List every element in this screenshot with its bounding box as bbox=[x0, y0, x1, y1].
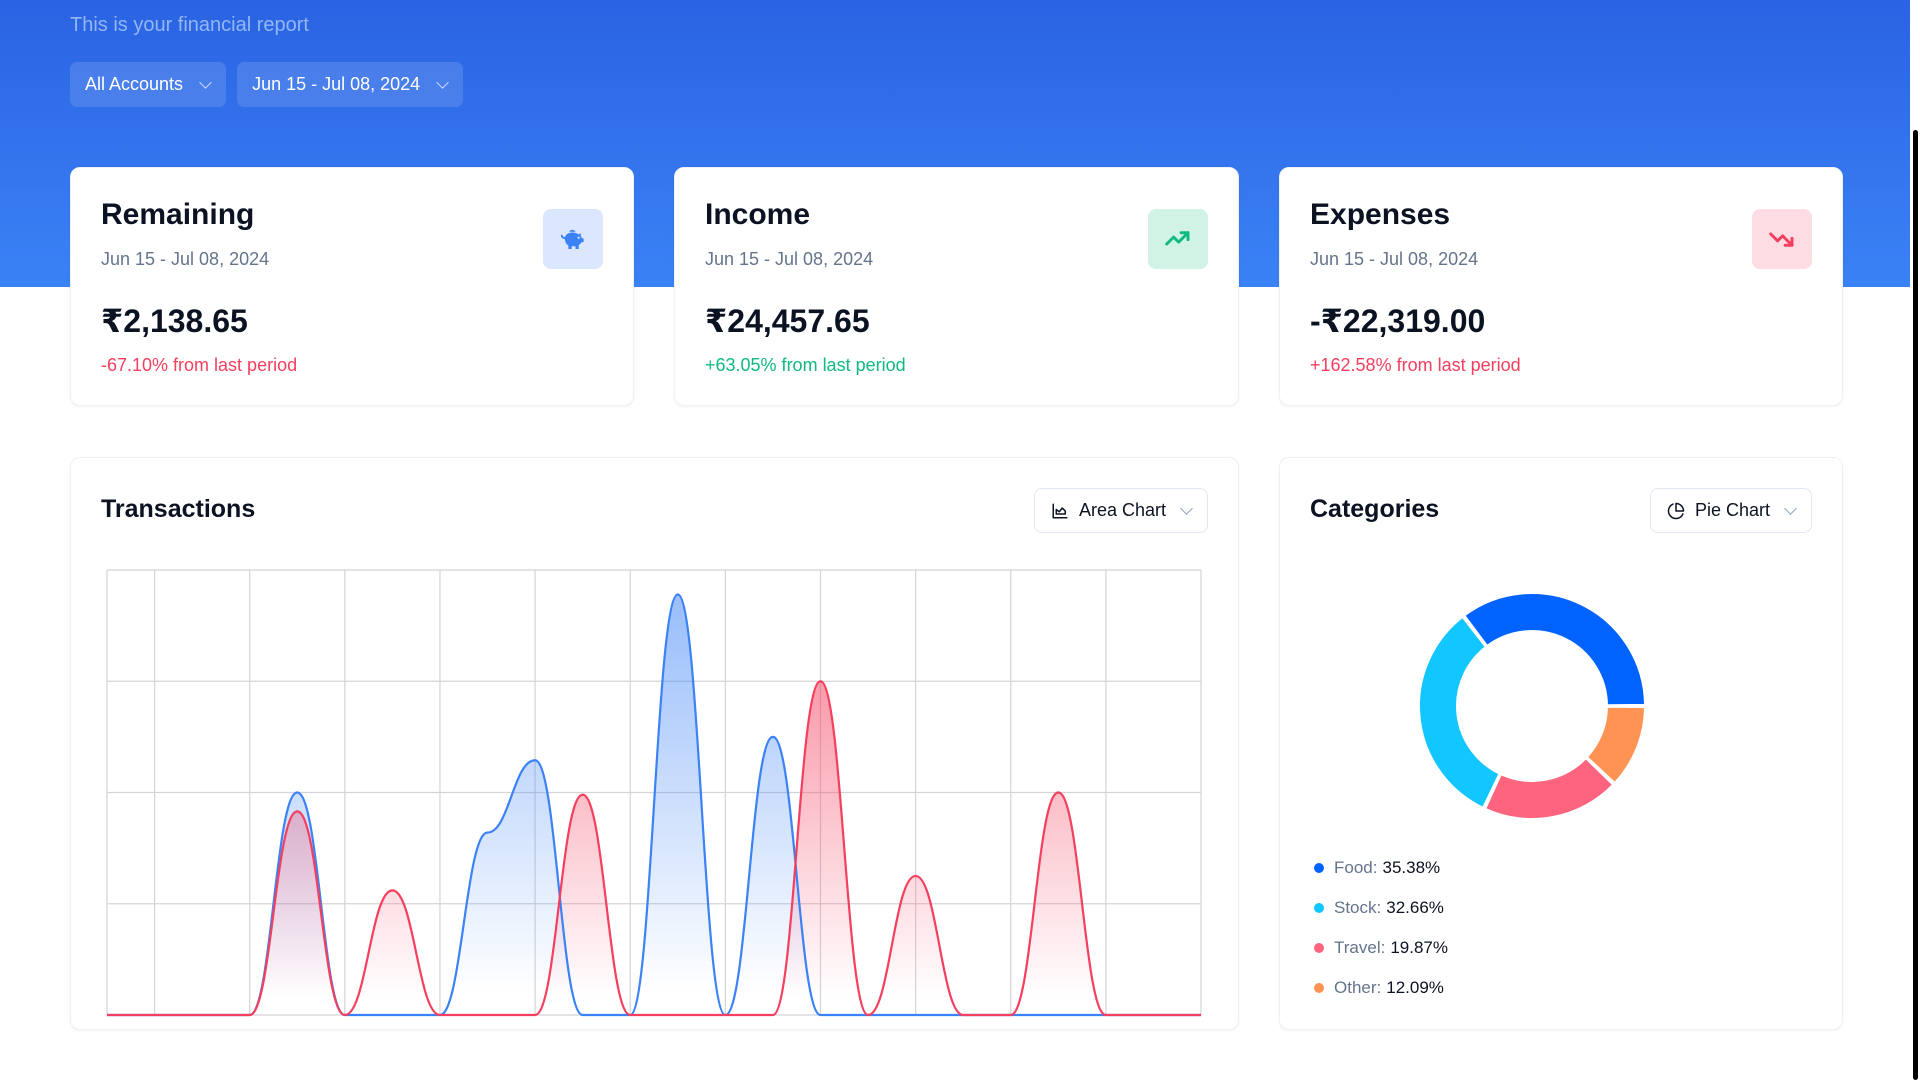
categories-donut-chart bbox=[1418, 592, 1647, 820]
card-title: Remaining bbox=[101, 198, 255, 231]
legend-value: 12.09% bbox=[1386, 978, 1444, 997]
categories-panel: Categories Pie Chart Food: 35.38% Stock:… bbox=[1279, 457, 1843, 1030]
card-amount: -₹22,319.00 bbox=[1310, 303, 1486, 339]
legend-name: Food: bbox=[1334, 858, 1378, 877]
legend-item-food: Food: 35.38% bbox=[1314, 848, 1448, 888]
trending-down-icon bbox=[1752, 209, 1812, 269]
legend-dot bbox=[1314, 983, 1324, 993]
chevron-down-icon bbox=[1784, 501, 1797, 515]
legend-value: 35.38% bbox=[1382, 858, 1441, 877]
legend-value: 19.87% bbox=[1390, 938, 1449, 957]
card-title: Expenses bbox=[1310, 198, 1451, 231]
categories-legend: Food: 35.38% Stock: 32.66% Travel: 19.87… bbox=[1314, 848, 1448, 1008]
transactions-panel: Transactions Area Chart 16 Jun18 Jun20 J… bbox=[70, 457, 1239, 1030]
card-date-range: Jun 15 - Jul 08, 2024 bbox=[101, 249, 270, 269]
donut-slice-travel[interactable] bbox=[1483, 756, 1615, 820]
legend-item-travel: Travel: 19.87% bbox=[1314, 928, 1448, 968]
expenses-card: Expenses Jun 15 - Jul 08, 2024 -₹22,319.… bbox=[1279, 167, 1843, 406]
card-date-range: Jun 15 - Jul 08, 2024 bbox=[705, 249, 874, 269]
filter-bar: All Accounts Jun 15 - Jul 08, 2024 bbox=[70, 62, 464, 107]
legend-item-stock: Stock: 32.66% bbox=[1314, 888, 1448, 928]
scrollbar-thumb[interactable] bbox=[1913, 130, 1918, 1080]
donut-slice-food[interactable] bbox=[1462, 592, 1647, 707]
legend-name: Travel: bbox=[1334, 938, 1386, 957]
legend-dot bbox=[1314, 863, 1324, 873]
legend-name: Other: bbox=[1334, 978, 1382, 997]
category-chart-type-label: Pie Chart bbox=[1694, 500, 1770, 520]
card-date-range: Jun 15 - Jul 08, 2024 bbox=[1310, 249, 1479, 269]
transactions-area-chart: 16 Jun18 Jun20 Jun22 Jun25 Jun26 Jun28 J… bbox=[106, 569, 1202, 1017]
legend-name: Stock: bbox=[1334, 898, 1382, 917]
card-title: Income bbox=[705, 198, 811, 231]
card-delta: +63.05% from last period bbox=[705, 355, 906, 375]
date-range-select[interactable]: Jun 15 - Jul 08, 2024 bbox=[237, 62, 464, 107]
card-delta: -67.10% from last period bbox=[101, 355, 298, 375]
category-chart-type-select[interactable]: Pie Chart bbox=[1649, 488, 1812, 533]
trending-up-icon bbox=[1148, 209, 1208, 269]
card-delta: +162.58% from last period bbox=[1310, 355, 1521, 375]
legend-value: 32.66% bbox=[1386, 898, 1444, 917]
date-range-label: Jun 15 - Jul 08, 2024 bbox=[252, 74, 421, 94]
account-filter-label: All Accounts bbox=[85, 74, 184, 94]
legend-dot bbox=[1314, 903, 1324, 913]
income-card: Income Jun 15 - Jul 08, 2024 ₹24,457.65 … bbox=[674, 167, 1239, 406]
pie-chart-icon bbox=[1667, 502, 1685, 519]
page-subtitle: This is your financial report bbox=[70, 14, 309, 36]
chevron-down-icon bbox=[199, 75, 212, 89]
piggy-bank-icon bbox=[543, 209, 603, 269]
chevron-down-icon bbox=[436, 75, 450, 89]
scrollbar[interactable] bbox=[1910, 0, 1920, 1080]
legend-dot bbox=[1314, 943, 1324, 953]
card-amount: ₹24,457.65 bbox=[705, 303, 870, 339]
card-amount: ₹2,138.65 bbox=[101, 303, 248, 339]
legend-item-other: Other: 12.09% bbox=[1314, 968, 1448, 1008]
categories-title: Categories bbox=[1310, 495, 1440, 523]
remaining-card: Remaining Jun 15 - Jul 08, 2024 ₹2,138.6… bbox=[70, 167, 634, 406]
account-filter-select[interactable]: All Accounts bbox=[70, 62, 227, 107]
